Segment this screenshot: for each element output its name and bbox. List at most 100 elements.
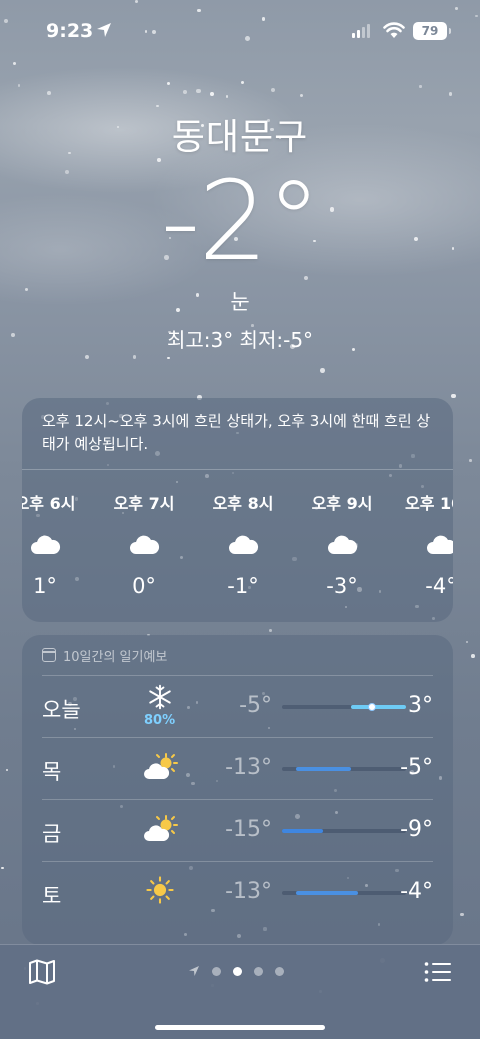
- sun-icon: [142, 876, 178, 906]
- status-time: 9:23: [46, 20, 94, 42]
- snowflake-particle: [209, 92, 214, 96]
- day-name: 토: [42, 884, 62, 908]
- page-dot-active[interactable]: [233, 966, 242, 976]
- temperature-range-fill: [295, 767, 351, 771]
- cloud-icon: [128, 534, 160, 556]
- hour-label: 오후 9시: [311, 494, 373, 513]
- hour-temperature: 1°: [33, 574, 57, 598]
- page-indicator[interactable]: [188, 965, 284, 977]
- page-dot[interactable]: [254, 966, 263, 976]
- battery-icon: 79: [413, 22, 451, 40]
- snowflake-particle: [270, 87, 276, 93]
- snowflake-particle: [241, 80, 245, 85]
- snowflake-particle: [167, 357, 170, 360]
- status-bar: 9:23 79: [0, 0, 480, 62]
- hour-label: 오후 7시: [113, 494, 175, 513]
- cloud-icon: [425, 534, 453, 556]
- high-temperature: -5°: [400, 755, 433, 780]
- home-indicator[interactable]: [155, 1025, 325, 1030]
- snowflake-particle: [448, 92, 453, 96]
- low-temperature: -13°: [225, 879, 272, 904]
- hourly-item: 오후 10시 -4°: [396, 470, 453, 598]
- day-name: 목: [42, 760, 62, 784]
- snowflake-particle: [460, 912, 464, 916]
- cellular-signal-icon: [352, 24, 370, 38]
- city-name: 동대문구: [171, 117, 309, 158]
- day-name: 오늘: [42, 698, 81, 722]
- snowflake-particle: [419, 85, 422, 88]
- high-temperature: 3°: [408, 693, 433, 718]
- temperature-range-fill: [350, 705, 406, 709]
- low-temperature: -15°: [225, 817, 272, 842]
- daily-header-label: 10일간의 일기예보: [63, 649, 168, 665]
- current-weather: 동대문구 -2° 눈 최고:3° 최저:-5°: [0, 108, 480, 353]
- cloud-icon: [29, 534, 61, 556]
- snowflake-particle: [451, 393, 456, 399]
- temperature-range-bar: [282, 891, 406, 895]
- daily-row[interactable]: 오늘 80% -5° 3°: [42, 675, 433, 737]
- hour-label: 오후 6시: [22, 494, 76, 513]
- high-low-temperature: 최고:3° 최저:-5°: [166, 328, 314, 352]
- hour-label: 오후 10시: [405, 494, 453, 513]
- snowflake-particle: [1, 866, 4, 870]
- snowflake-particle: [132, 355, 137, 359]
- list-icon[interactable]: [424, 961, 452, 983]
- hourly-item: 오후 7시 0°: [99, 470, 189, 598]
- hourly-forecast-panel[interactable]: 오후 12시~오후 3시에 흐린 상태가, 오후 3시에 한때 흐린 상태가 예…: [22, 398, 453, 622]
- bottom-toolbar: [0, 944, 480, 1039]
- day-name: 금: [42, 822, 62, 846]
- snowflake-particle: [319, 368, 325, 373]
- high-temperature: -9°: [400, 817, 433, 842]
- page-dot[interactable]: [275, 966, 284, 976]
- daily-list: 오늘 80% -5° 3° 목 -13° -5° 금 -15° -9° 토 -13° -4°: [22, 675, 453, 923]
- temperature-range-bar: [282, 703, 406, 711]
- snowflake-particle: [182, 89, 187, 94]
- page-dot[interactable]: [212, 966, 221, 976]
- snowflake-particle: [469, 459, 472, 462]
- hour-temperature: -3°: [326, 574, 358, 598]
- snowflake-particle: [269, 629, 272, 632]
- hour-temperature: -4°: [425, 574, 453, 598]
- daily-row[interactable]: 목 -13° -5°: [42, 737, 433, 799]
- hourly-scroll[interactable]: 오후 6시 1° 오후 7시 0° 오후 8시 -1° 오후 9시 -3° 오후 10시 -4°: [22, 470, 453, 620]
- cloud-icon: [326, 534, 358, 556]
- partly-cloudy-icon: [142, 814, 178, 844]
- low-temperature: -5°: [239, 693, 272, 718]
- snowflake-particle: [6, 768, 9, 772]
- current-location-icon[interactable]: [188, 965, 200, 977]
- hour-temperature: -1°: [227, 574, 259, 598]
- snowflake-particle: [465, 641, 468, 644]
- hourly-item: 오후 6시 1°: [22, 470, 90, 598]
- snowflake-particle: [166, 82, 170, 86]
- current-temperature: -2°: [160, 157, 322, 285]
- snowflake-particle: [225, 95, 229, 99]
- low-temperature: -13°: [225, 755, 272, 780]
- daily-row[interactable]: 토 -13° -4°: [42, 861, 433, 923]
- snowflake-particle: [471, 654, 475, 658]
- daily-header: 10일간의 일기예보: [22, 635, 453, 675]
- snowflake-particle: [47, 90, 52, 95]
- hour-temperature: 0°: [132, 574, 156, 598]
- snowflake-particle: [156, 105, 159, 108]
- snowflake-particle: [196, 88, 201, 94]
- temperature-range-fill: [295, 891, 358, 895]
- current-condition: 눈: [230, 290, 250, 314]
- location-arrow-icon: [97, 23, 111, 37]
- hourly-item: 오후 8시 -1°: [198, 470, 288, 598]
- hourly-item: 오후 9시 -3°: [297, 470, 387, 598]
- snowflake-particle: [300, 94, 304, 98]
- calendar-icon: [42, 648, 56, 662]
- hourly-summary: 오후 12시~오후 3시에 흐린 상태가, 오후 3시에 한때 흐린 상태가 예…: [22, 398, 453, 470]
- snowflake-icon: [142, 684, 178, 714]
- partly-cloudy-icon: [142, 752, 178, 782]
- temperature-range-bar: [282, 767, 406, 771]
- daily-forecast-panel[interactable]: 10일간의 일기예보 오늘 80% -5° 3° 목 -13° -5° 금 -15° -9° 토 -1…: [22, 635, 453, 945]
- high-temperature: -4°: [400, 879, 433, 904]
- snowflake-particle: [13, 62, 17, 66]
- snowflake-particle: [17, 84, 21, 87]
- temperature-range-bar: [282, 829, 406, 833]
- map-icon[interactable]: [28, 959, 56, 985]
- wifi-icon: [383, 22, 405, 38]
- daily-row[interactable]: 금 -15° -9°: [42, 799, 433, 861]
- current-temp-marker: [367, 703, 376, 711]
